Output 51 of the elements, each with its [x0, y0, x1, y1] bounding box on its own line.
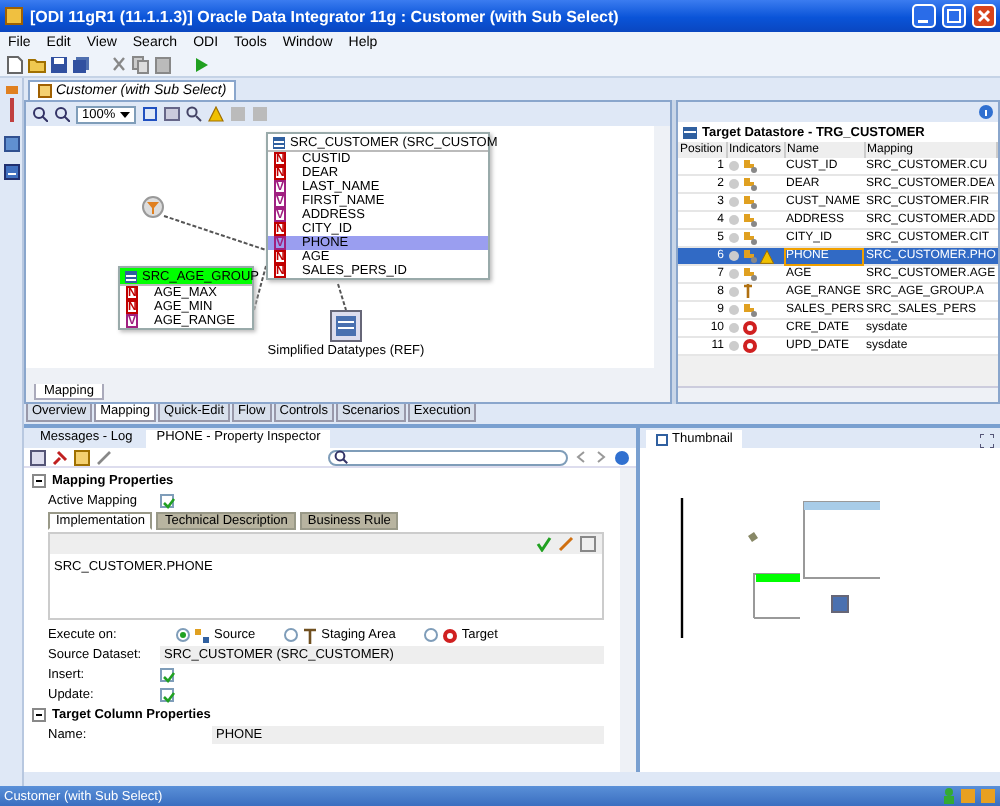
dataset-node-icon[interactable] — [330, 310, 362, 342]
maximize-button[interactable] — [942, 4, 966, 28]
save-icon[interactable] — [50, 56, 68, 74]
window-title: [ODI 11gR1 (11.1.1.3)] Oracle Data Integrator 11g : Customer (with Sub Select) — [30, 7, 621, 25]
navigator-icon[interactable] — [3, 164, 19, 180]
app-icon — [4, 6, 24, 26]
fit-icon[interactable] — [142, 106, 158, 122]
maximize-icon[interactable] — [980, 434, 994, 448]
go-icon[interactable] — [614, 449, 630, 465]
filter-icon[interactable] — [142, 196, 164, 218]
thumbnail-icon — [656, 433, 668, 445]
cut-icon[interactable] — [110, 56, 128, 74]
execute-on-radio[interactable] — [423, 628, 438, 642]
update-checkbox[interactable] — [160, 688, 174, 702]
copy-icon[interactable] — [132, 56, 150, 74]
connector-line — [163, 215, 267, 251]
close-button[interactable] — [972, 4, 996, 28]
user-icon — [942, 788, 956, 804]
save-all-icon[interactable] — [72, 56, 90, 74]
edit-icon[interactable] — [558, 536, 574, 552]
layout-icon[interactable] — [164, 106, 180, 122]
pin-icon[interactable] — [52, 449, 68, 465]
zoom-in-icon[interactable] — [32, 106, 48, 122]
horizontal-scrollbar[interactable] — [678, 386, 998, 402]
warning-icon[interactable] — [208, 106, 224, 122]
paste-icon[interactable] — [154, 56, 172, 74]
minimize-button[interactable] — [912, 4, 936, 28]
refresh-icon[interactable] — [30, 449, 46, 465]
next-icon[interactable] — [594, 450, 608, 464]
execute-on-radio[interactable] — [283, 628, 298, 642]
search-field[interactable] — [328, 449, 568, 465]
insert-checkbox[interactable] — [160, 668, 174, 682]
zoom-out-icon[interactable] — [54, 106, 70, 122]
search-icon — [334, 450, 348, 464]
mapping-icon — [38, 84, 52, 98]
connector-line — [337, 283, 347, 311]
previous-icon[interactable] — [574, 450, 588, 464]
edit-icon[interactable] — [96, 449, 112, 465]
validate-icon[interactable] — [536, 536, 552, 552]
search-icon[interactable] — [186, 106, 202, 122]
collapse-icon[interactable] — [32, 708, 46, 722]
caret-icon — [120, 111, 130, 117]
navigator-icon[interactable] — [3, 136, 19, 152]
datastore-icon — [272, 135, 286, 149]
datastore-icon — [124, 269, 138, 283]
help-icon[interactable] — [74, 449, 90, 465]
active-mapping-checkbox[interactable] — [160, 494, 174, 508]
info-icon[interactable] — [978, 104, 994, 120]
collapse-icon[interactable] — [32, 474, 46, 488]
designer-icon[interactable] — [3, 84, 19, 124]
execute-on-radio[interactable] — [176, 628, 190, 642]
